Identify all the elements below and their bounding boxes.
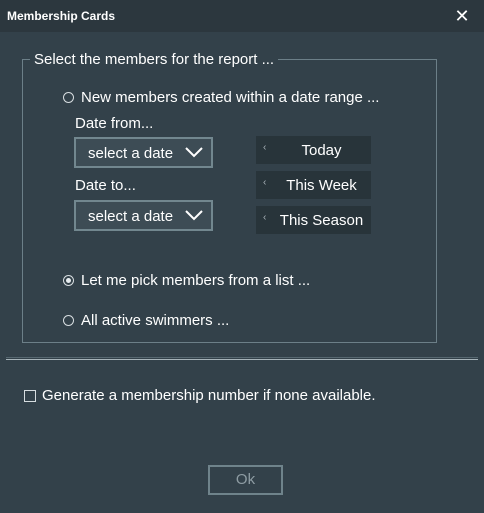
all-active-label: All active swimmers ... <box>81 312 230 329</box>
today-button[interactable]: ‹ Today <box>256 136 371 164</box>
today-button-label: Today <box>301 142 342 159</box>
this-week-button-label: This Week <box>286 177 357 194</box>
this-season-button[interactable]: ‹ This Season <box>256 206 371 234</box>
generate-number-label: Generate a membership number if none ava… <box>42 387 376 404</box>
date-to-value: select a date <box>88 208 174 225</box>
pick-list-label: Let me pick members from a list ... <box>81 272 311 289</box>
generate-number-checkbox[interactable] <box>24 390 36 402</box>
date-from-label: Date from... <box>75 115 154 132</box>
this-week-button[interactable]: ‹ This Week <box>256 171 371 199</box>
chevron-down-icon <box>185 147 203 158</box>
close-icon[interactable]: ✕ <box>452 6 472 26</box>
title-bar: Membership Cards ✕ <box>0 0 484 32</box>
date-from-dropdown[interactable]: select a date <box>74 137 213 168</box>
chevron-down-icon <box>185 210 203 221</box>
date-from-value: select a date <box>88 145 174 162</box>
date-range-radio[interactable] <box>63 92 74 103</box>
chevron-left-icon: ‹ <box>263 177 267 188</box>
this-season-button-label: This Season <box>279 212 364 229</box>
date-range-label: New members created within a date range … <box>81 89 380 106</box>
ok-button[interactable]: Ok <box>208 465 283 495</box>
pick-list-radio[interactable] <box>63 275 74 286</box>
window-title: Membership Cards <box>7 9 116 23</box>
all-active-radio[interactable] <box>63 315 74 326</box>
date-to-dropdown[interactable]: select a date <box>74 200 213 231</box>
chevron-left-icon: ‹ <box>263 212 267 223</box>
separator <box>6 357 478 360</box>
chevron-left-icon: ‹ <box>263 142 267 153</box>
date-to-label: Date to... <box>75 177 136 194</box>
group-title: Select the members for the report ... <box>30 51 279 68</box>
